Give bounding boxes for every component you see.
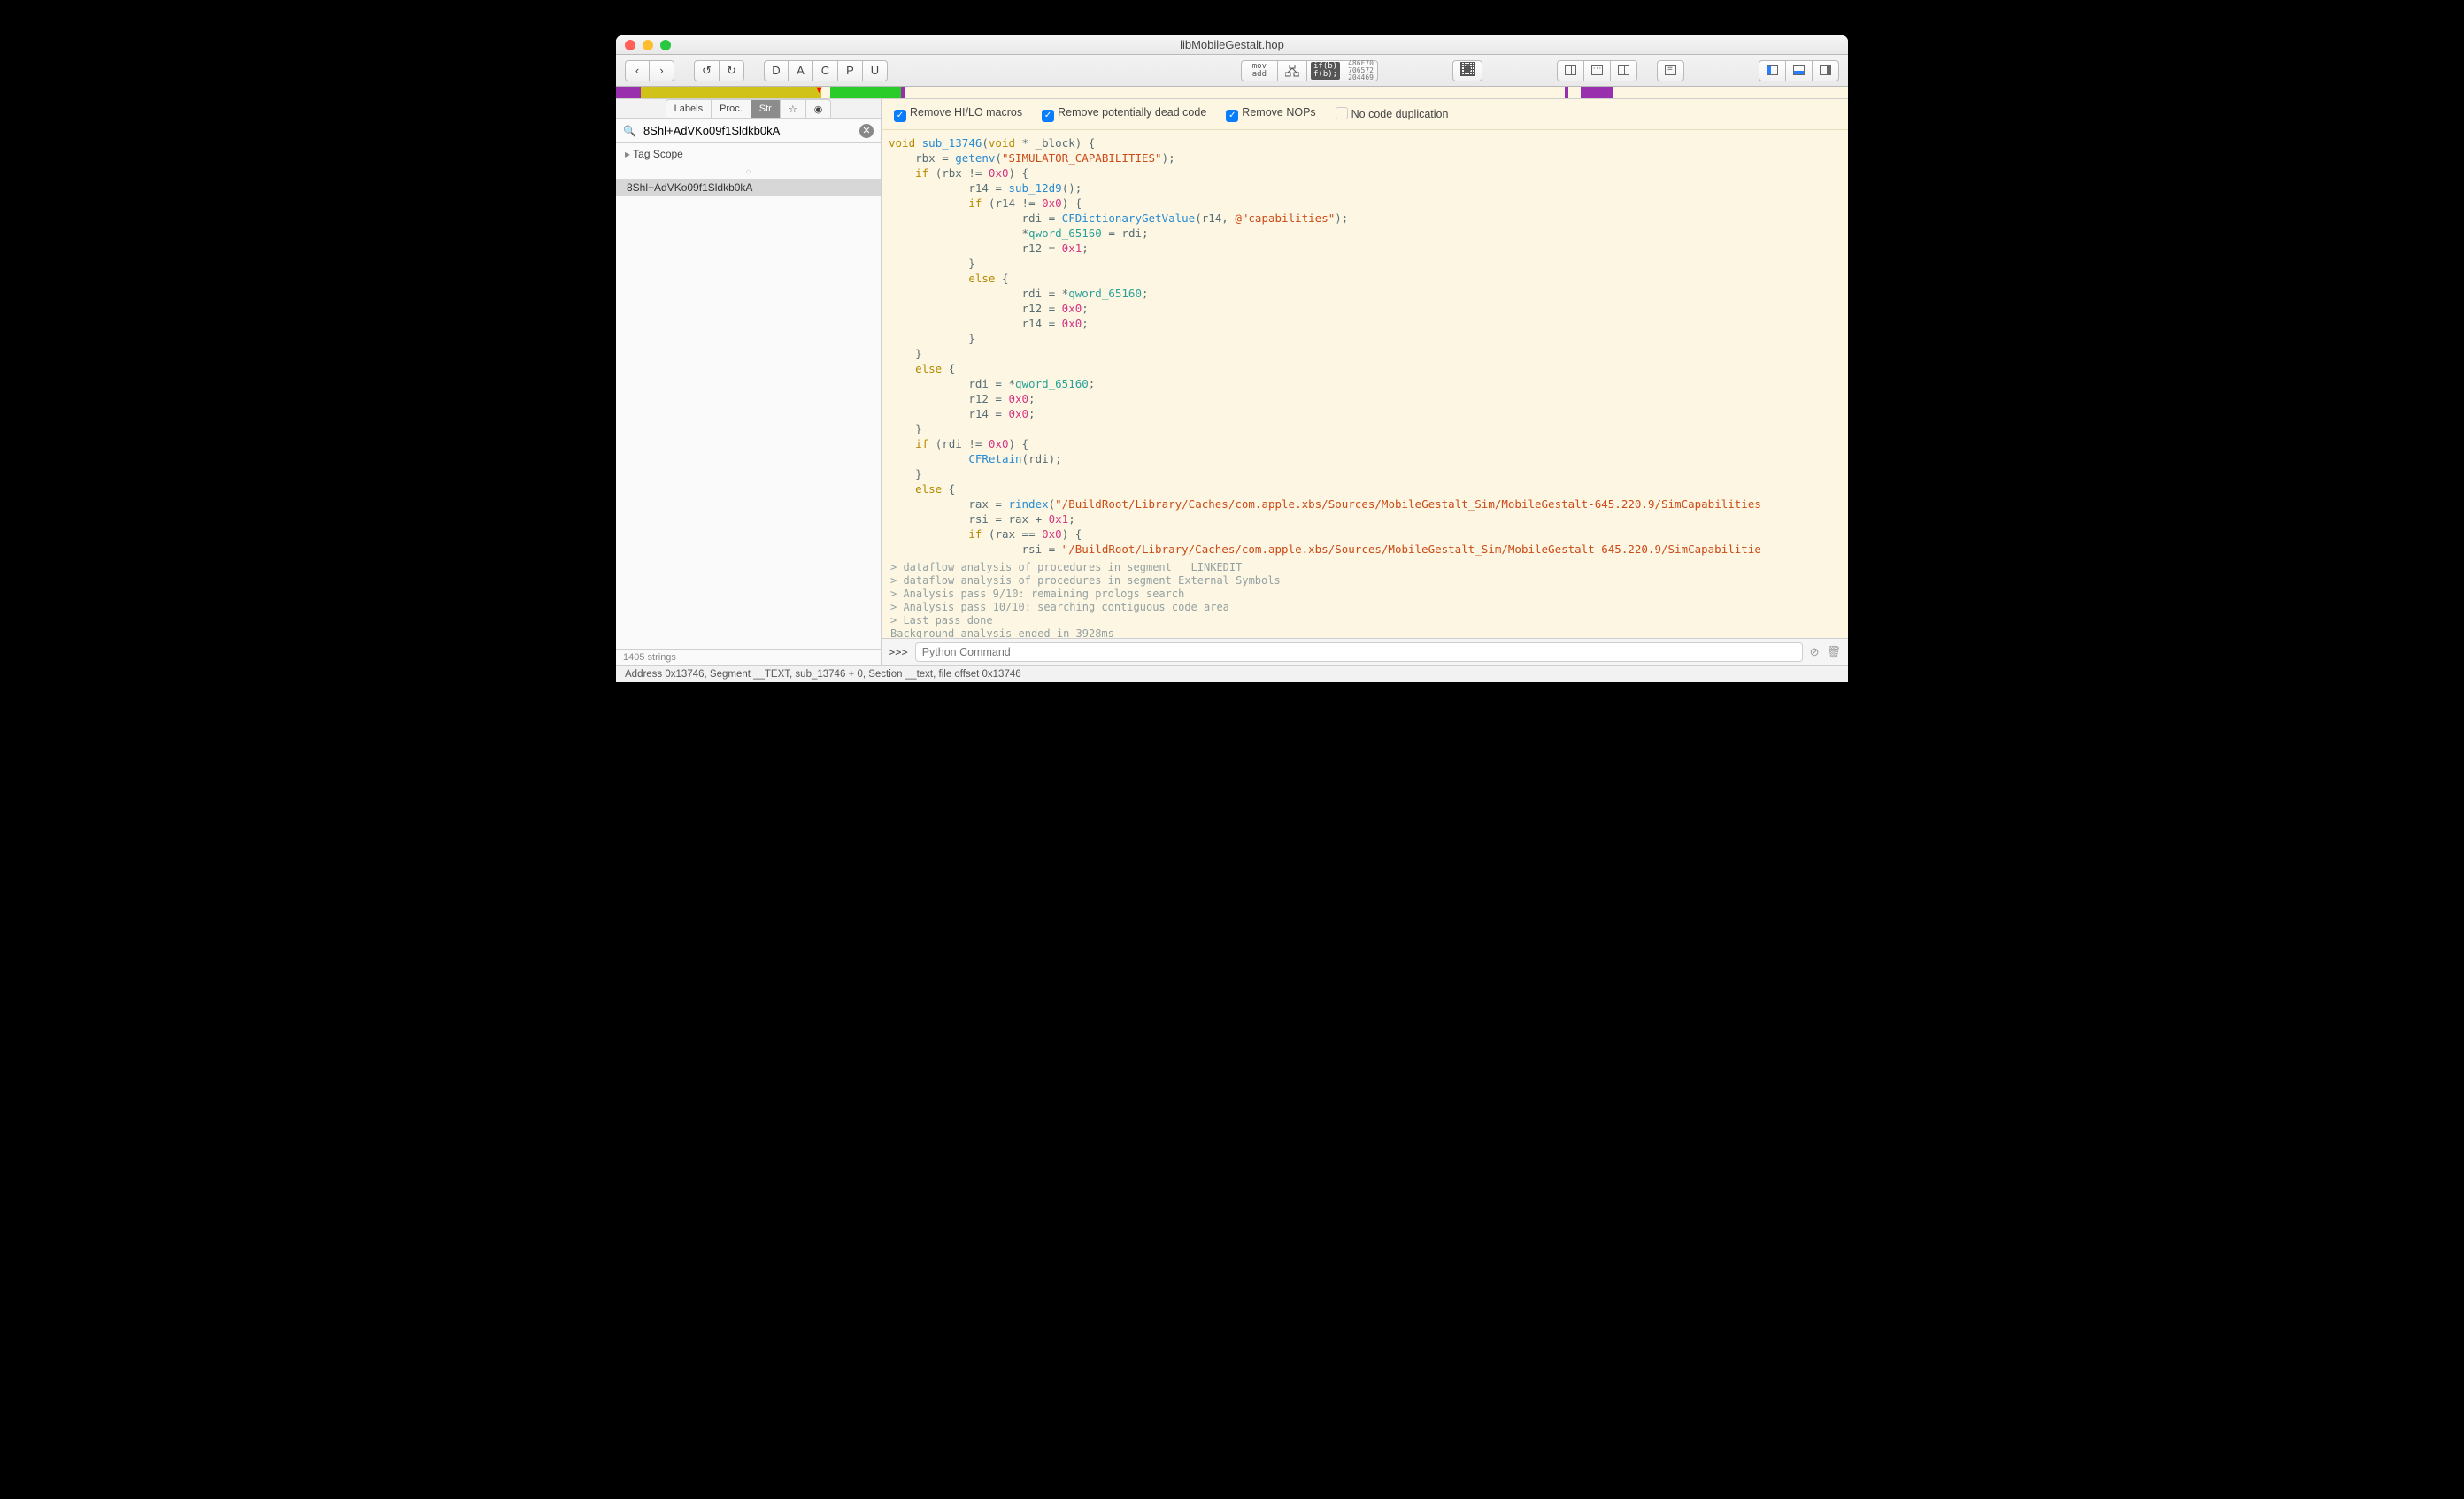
segment[interactable]	[905, 87, 1565, 98]
mode-p-button[interactable]: P	[838, 60, 863, 81]
asm-icon: movadd	[1249, 62, 1270, 80]
result-row[interactable]: 8Shl+AdVKo09f1Sldkb0kA	[616, 179, 881, 196]
mode-a-button[interactable]: A	[789, 60, 813, 81]
cpu-icon	[1460, 62, 1475, 79]
asm-view-button[interactable]: movadd	[1241, 60, 1278, 81]
segment[interactable]	[1568, 87, 1581, 98]
segment[interactable]	[830, 87, 900, 98]
clear-search-button[interactable]: ✕	[859, 124, 874, 138]
view-group: movadd if(b)f(b); 486F70706572204469	[1241, 60, 1378, 81]
clear-command-button[interactable]: ⊘	[1810, 645, 1820, 659]
vsplit-icon	[1565, 65, 1576, 75]
layout-2-button[interactable]	[1584, 60, 1611, 81]
hex-icon: 486F70706572204469	[1348, 60, 1374, 81]
results-top-indicator: ○	[616, 165, 881, 179]
cpu-arch-button[interactable]	[1452, 60, 1482, 81]
status-bar: Address 0x13746, Segment __TEXT, sub_137…	[616, 665, 1848, 682]
undo-group: ↺ ↻	[694, 60, 744, 81]
sidebar-tab-labels[interactable]: Labels	[666, 99, 712, 118]
position-marker-icon: ▼	[814, 86, 824, 96]
segment[interactable]	[616, 87, 641, 98]
nav-group: ‹ ›	[625, 60, 674, 81]
dots-icon	[1591, 65, 1603, 75]
cfg-icon	[1285, 65, 1299, 77]
results-count: 1405 strings	[616, 649, 881, 665]
sidebar-tab-[interactable]: ☆	[780, 99, 806, 118]
hex-view-button[interactable]: 486F70706572204469	[1344, 60, 1378, 81]
segment[interactable]	[1581, 87, 1614, 98]
opt-no-dup[interactable]: No code duplication	[1336, 107, 1449, 120]
opt-remove-nops[interactable]: Remove NOPs	[1226, 106, 1315, 122]
opt-remove-dead[interactable]: Remove potentially dead code	[1042, 106, 1206, 122]
layout-1-button[interactable]	[1557, 60, 1584, 81]
layout-list-button[interactable]	[1657, 60, 1684, 81]
mode-u-button[interactable]: U	[863, 60, 888, 81]
bottom-panel-icon	[1793, 65, 1805, 75]
search-icon: 🔍	[623, 125, 636, 137]
redo-button[interactable]: ↻	[720, 60, 744, 81]
right-panel-toggle[interactable]	[1813, 60, 1839, 81]
pseudo-view-button[interactable]: if(b)f(b);	[1307, 60, 1344, 81]
decompiled-code[interactable]: void sub_13746(void * _block) { rbx = ge…	[882, 130, 1848, 557]
list-icon	[1665, 65, 1676, 75]
search-input[interactable]	[642, 123, 854, 138]
sidebar-tab-str[interactable]: Str	[751, 99, 781, 118]
back-button[interactable]: ‹	[625, 60, 650, 81]
undo-button[interactable]: ↺	[694, 60, 720, 81]
mode-d-button[interactable]: D	[764, 60, 789, 81]
segment-strip[interactable]: ▼	[616, 87, 1848, 99]
trash-button[interactable]: 🗑	[1826, 645, 1841, 659]
mode-c-button[interactable]: C	[813, 60, 838, 81]
analysis-log[interactable]: > dataflow analysis of procedures in seg…	[882, 557, 1848, 638]
bottom-panel-toggle[interactable]	[1786, 60, 1813, 81]
pseudo-icon: if(b)f(b);	[1311, 62, 1340, 80]
tag-scope-toggle[interactable]: Tag Scope	[616, 143, 881, 165]
segment[interactable]	[641, 87, 822, 98]
left-panel-toggle[interactable]	[1759, 60, 1786, 81]
segment[interactable]	[1613, 87, 1847, 98]
app-window: libMobileGestalt.hop ‹ › ↺ ↻ D A C P U m…	[616, 35, 1848, 682]
decomp-options: Remove HI/LO macros Remove potentially d…	[882, 99, 1848, 130]
left-panel-icon	[1767, 65, 1778, 75]
panel-toggle-group	[1759, 60, 1839, 81]
vsplit2-icon	[1618, 65, 1629, 75]
layout-group	[1557, 60, 1637, 81]
search-row: 🔍 ✕	[616, 119, 881, 143]
prompt-label: >>>	[889, 646, 908, 658]
cfg-view-button[interactable]	[1278, 60, 1307, 81]
main-split: LabelsProc.Str☆◉ 🔍 ✕ Tag Scope ○ 8Shl+Ad…	[616, 99, 1848, 665]
sidebar: LabelsProc.Str☆◉ 🔍 ✕ Tag Scope ○ 8Shl+Ad…	[616, 99, 882, 665]
sidebar-tabs: LabelsProc.Str☆◉	[616, 99, 881, 119]
content-pane: Remove HI/LO macros Remove potentially d…	[882, 99, 1848, 665]
sidebar-tab-proc[interactable]: Proc.	[711, 99, 751, 118]
forward-button[interactable]: ›	[650, 60, 674, 81]
right-panel-icon	[1820, 65, 1831, 75]
toolbar: ‹ › ↺ ↻ D A C P U movadd if(b)f(b);	[616, 55, 1848, 87]
window-title: libMobileGestalt.hop	[616, 38, 1848, 51]
titlebar: libMobileGestalt.hop	[616, 35, 1848, 55]
command-row: >>> ⊘ 🗑	[882, 638, 1848, 665]
results-list: ○ 8Shl+AdVKo09f1Sldkb0kA	[616, 165, 881, 649]
python-command-input[interactable]	[915, 642, 1803, 662]
sidebar-tab-[interactable]: ◉	[805, 99, 832, 118]
layout-3-button[interactable]	[1611, 60, 1637, 81]
mode-group: D A C P U	[764, 60, 888, 81]
opt-remove-hilo[interactable]: Remove HI/LO macros	[894, 106, 1022, 122]
